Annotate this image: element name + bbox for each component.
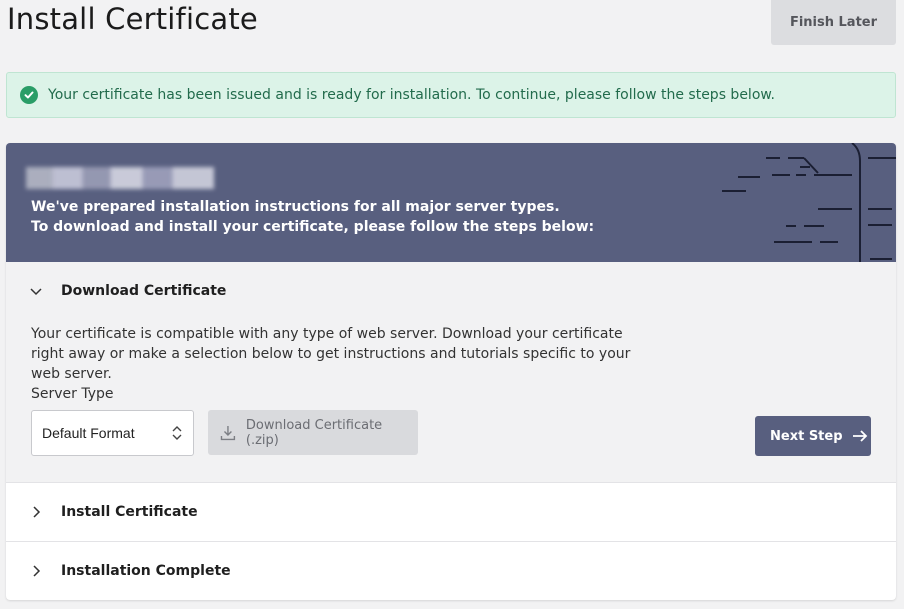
finish-later-button[interactable]: Finish Later bbox=[771, 0, 896, 45]
banner-line-2: To download and install your certificate… bbox=[31, 219, 595, 235]
alert-message: Your certificate has been issued and is … bbox=[48, 87, 776, 103]
chevron-right-icon bbox=[33, 505, 41, 518]
download-icon bbox=[220, 425, 236, 440]
server-type-value: Default Format bbox=[42, 425, 135, 441]
check-circle-icon bbox=[20, 86, 38, 104]
download-certificate-button[interactable]: Download Certificate (.zip) bbox=[208, 410, 418, 455]
chevron-right-icon bbox=[33, 564, 41, 577]
page-title: Install Certificate bbox=[7, 2, 258, 36]
select-updown-icon bbox=[172, 426, 182, 440]
step-download-header[interactable]: Download Certificate bbox=[6, 262, 896, 320]
step-download-description: Your certificate is compatible with any … bbox=[31, 326, 631, 382]
step-complete-title: Installation Complete bbox=[61, 562, 231, 579]
next-step-button[interactable]: Next Step bbox=[755, 416, 871, 456]
instructions-banner: We've prepared installation instructions… bbox=[6, 143, 896, 262]
banner-decoration-icon bbox=[722, 143, 896, 262]
next-step-label: Next Step bbox=[770, 428, 843, 444]
arrow-right-icon bbox=[852, 430, 867, 442]
step-complete-header[interactable]: Installation Complete bbox=[6, 541, 896, 600]
install-card: We've prepared installation instructions… bbox=[6, 143, 896, 600]
step-download-panel: Download Certificate Your certificate is… bbox=[6, 262, 896, 482]
redacted-domain-name bbox=[26, 167, 214, 189]
download-certificate-label: Download Certificate (.zip) bbox=[245, 417, 383, 448]
banner-line-1: We've prepared installation instructions… bbox=[31, 199, 560, 215]
step-install-header[interactable]: Install Certificate bbox=[6, 482, 896, 541]
success-alert: Your certificate has been issued and is … bbox=[6, 72, 896, 118]
server-type-select[interactable]: Default Format bbox=[31, 410, 194, 456]
chevron-down-icon bbox=[30, 288, 42, 296]
step-install-title: Install Certificate bbox=[61, 503, 198, 520]
server-type-label: Server Type bbox=[31, 386, 114, 402]
step-download-title: Download Certificate bbox=[61, 283, 227, 299]
